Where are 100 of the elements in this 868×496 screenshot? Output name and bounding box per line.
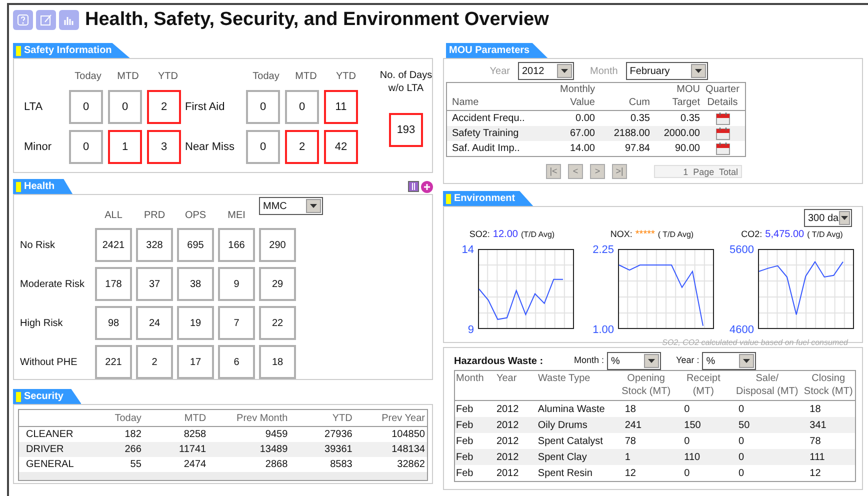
column-header: MEI — [226, 209, 246, 223]
columns-icon[interactable] — [408, 181, 419, 192]
table-cell-text: 78 — [808, 434, 822, 448]
table-cell-text: 0.00 — [574, 112, 595, 126]
table-cell-text: Alumina Waste — [536, 402, 606, 416]
month-select[interactable]: February — [626, 62, 708, 80]
column-header: Receipt (MT) — [685, 372, 722, 398]
count-box: 695 — [177, 228, 214, 262]
column-header: Quarter Details — [704, 83, 740, 109]
marker-icon — [16, 392, 21, 402]
column-header: Today — [74, 70, 102, 84]
table-cell-text: 0 — [738, 450, 746, 464]
column-header: Year — [496, 372, 518, 386]
column-header: Month — [455, 372, 485, 386]
y-axis-label: 9 — [468, 324, 474, 336]
chart-label: NOX: — [610, 228, 632, 241]
count-box: 98 — [95, 306, 132, 340]
marker-icon — [446, 194, 451, 204]
table-cell-text: 0 — [683, 466, 691, 480]
chart-value: 12.00 — [492, 228, 518, 242]
table-cell-text: GENERAL — [25, 458, 75, 472]
table-cell-text: 12 — [808, 466, 822, 480]
count-box: 9 — [218, 267, 255, 301]
group-select[interactable]: MMC — [259, 197, 323, 215]
count-box: 3 — [147, 130, 181, 164]
table-cell-text: 0 — [738, 402, 746, 416]
table-cell-text: Feb — [455, 434, 474, 448]
column-header: Today — [252, 70, 280, 84]
count-box: 11 — [324, 90, 358, 124]
column-header: YTD — [335, 70, 357, 84]
count-box: 221 — [95, 345, 132, 379]
count-box: 1 — [108, 130, 142, 164]
table-cell-text: 104850 — [390, 428, 426, 442]
column-header: MTD — [116, 70, 140, 84]
table-cell-text: 50 — [738, 418, 751, 432]
count-box: 0 — [246, 90, 280, 124]
table-cell-text: 2012 — [496, 402, 520, 416]
table-cell-text: 266 — [124, 443, 142, 457]
row-label: Minor — [23, 140, 53, 155]
count-box: 0 — [69, 90, 103, 124]
count-box: 290 — [259, 228, 296, 262]
calendar-icon[interactable] — [716, 112, 730, 125]
month-label: Month — [590, 64, 618, 78]
year-select[interactable]: % — [702, 352, 756, 370]
column-header: Opening Stock (MT) — [620, 372, 672, 398]
table-cell-text: 2012 — [496, 466, 520, 480]
column-header: MOU Target — [671, 83, 700, 109]
table-cell-text: 2474 — [182, 458, 208, 472]
table-cell-text: 0 — [738, 434, 746, 448]
chart-value: ***** — [635, 228, 655, 242]
table-cell-text: 9459 — [264, 428, 289, 442]
calendar-icon[interactable] — [716, 142, 730, 155]
table-cell-text: 0.35 — [680, 112, 700, 126]
table-cell-text: DRIVER — [25, 443, 65, 457]
count-box: 328 — [136, 228, 173, 262]
table-cell-text: 2000.00 — [662, 127, 700, 141]
row-label: LTA — [23, 100, 44, 115]
table-cell-text: Feb — [455, 402, 474, 416]
table-cell-text: 0.35 — [630, 112, 650, 126]
count-box: 19 — [177, 306, 214, 340]
y-axis-label: 5600 — [730, 244, 754, 256]
count-box: 0 — [69, 130, 103, 164]
table-cell-text: Spent Resin — [536, 466, 594, 480]
page-info: 1 Page Total — [654, 165, 742, 178]
chart-unit: ( T/D Avg) — [658, 229, 694, 241]
count-box: 38 — [177, 267, 214, 301]
table-cell-text: Safety Training — [451, 127, 520, 141]
column-header: Monthly Value — [558, 83, 595, 109]
table-cell-text: Feb — [455, 466, 474, 480]
table-cell-text: 1 — [624, 450, 632, 464]
table-cell-text: 8258 — [182, 428, 208, 442]
add-icon[interactable] — [421, 181, 433, 193]
month-select[interactable]: % — [607, 352, 662, 370]
row-label: High Risk — [20, 316, 64, 330]
year-select[interactable]: 2012 — [518, 62, 574, 80]
table-cell-text: Oily Drums — [536, 418, 588, 432]
table-cell-text: 97.84 — [624, 142, 650, 156]
table-cell-text: Feb — [455, 450, 474, 464]
table-cell-text: 18 — [808, 402, 822, 416]
y-axis-label: 4600 — [730, 324, 754, 336]
count-box: 178 — [95, 267, 132, 301]
y-axis-label: 2.25 — [592, 244, 614, 256]
row-label: No Risk — [20, 238, 56, 252]
count-box: 0 — [285, 90, 319, 124]
month-label: Month : — [574, 354, 604, 368]
column-header: PRD — [142, 209, 166, 223]
year-label: Year — [488, 64, 510, 78]
table-cell-text: Saf. Audit Imp.. — [451, 142, 521, 156]
table-cell-text: 18 — [624, 402, 637, 416]
table-cell-text: 12 — [624, 466, 637, 480]
table-cell-text: 0 — [738, 466, 746, 480]
column-header: Sale/ Disposal (MT) — [735, 372, 800, 398]
calendar-icon[interactable] — [716, 127, 730, 140]
table-cell-text: 90.00 — [674, 142, 700, 156]
column-header: MTD — [183, 412, 208, 426]
chart-label: SO2: — [469, 228, 490, 241]
table-cell-text: 111 — [808, 450, 826, 464]
waste-title: Hazardous Waste : — [454, 354, 544, 368]
column-header: Prev Month — [236, 412, 289, 426]
range-select[interactable]: 300 da — [804, 209, 852, 227]
